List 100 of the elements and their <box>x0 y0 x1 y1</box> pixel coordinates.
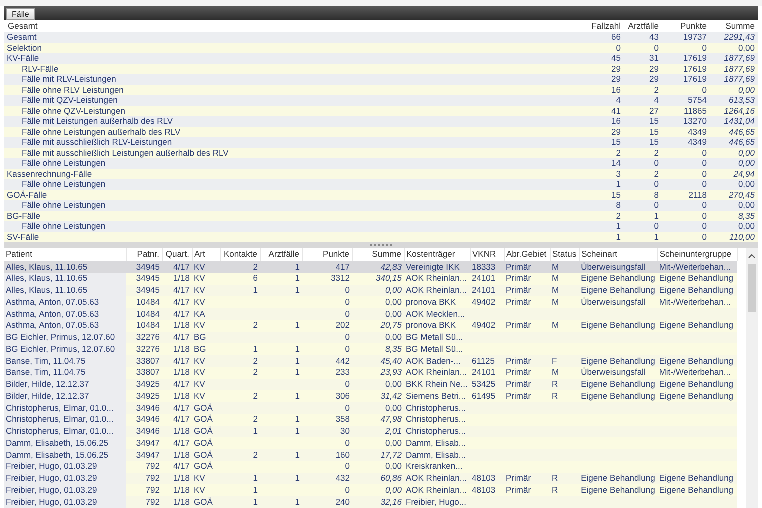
table-row[interactable]: Banse, Tim, 11.04.75 33807 4/17 KV 2 1 442 45,40 AOK Baden-... 61125 Primär F Eigene Behandlung Eigene Behandlung <box>4 355 738 367</box>
table-cell: 1/18 <box>173 426 190 436</box>
table-row[interactable]: BG Eichler, Primus, 12.07.60 32276 1/18 BG 1 1 0 8,35 BG Metall Sü... <box>4 343 738 355</box>
table-cell-text: 15 <box>610 137 622 148</box>
table-row[interactable]: Damm, Elisabeth, 15.06.25 34947 1/18 GOÄ 2 1 160 17,72 Damm, Elisab... <box>4 449 738 461</box>
table-row[interactable]: Freibier, Hugo, 01.03.29 792 1/18 KV 1 1 432 60,86 AOK Rheinlan... 48103 Primär R Eigene Behandlung Eigene Behandlung <box>4 472 738 484</box>
table-cell: GOÄ <box>194 402 213 413</box>
table-row[interactable]: Christopherus, Elmar, 01.0... 34946 4/17 GOÄ 2 1 358 47,98 Christopherus... <box>4 414 738 426</box>
table-cell-text: 0,00 <box>737 200 756 210</box>
table-cell: 4/17 <box>173 296 190 307</box>
table-cell: 61125 <box>472 356 496 366</box>
table-cell: Asthma, Anton, 07.05.63 <box>6 320 100 330</box>
table-cell: Eigene Behandlung <box>659 390 734 401</box>
table-cell: 17,72 <box>380 450 402 460</box>
scrollbar[interactable] <box>746 248 758 508</box>
table-row[interactable]: Bilder, Hilde, 12.12.37 34925 1/18 KV 2 1 306 31,42 Siemens Betri... 61495 Primär R Eigene Behandlung Eigene Behandlung <box>4 390 738 402</box>
table-row[interactable]: Asthma, Anton, 07.05.63 10484 4/17 KV 0 0,00 pronova BKK 49402 Primär M Überweisungsfall Mit-/Weiterbehan... <box>4 296 738 308</box>
table-cell: 0 <box>345 296 350 307</box>
table-row[interactable]: Alles, Klaus, 11.10.65 34945 1/18 KV 6 1 3312 340,15 AOK Rheinlan... 24101 Primär M Eigene Behandlung Eigene Behandlung <box>4 272 738 284</box>
table-cell: 32,16 <box>380 496 402 507</box>
table-cell-text: 0,00 <box>737 42 756 53</box>
table-row[interactable]: Asthma, Anton, 07.05.63 10484 4/17 KA 0 0,00 AOK Mecklen... <box>4 308 738 320</box>
row-label[interactable]: Fälle mit ausschließlich RLV-Leistungen <box>4 137 586 148</box>
table-row[interactable]: Damm, Elisabeth, 15.06.25 34947 4/17 GOÄ 0 0,00 Damm, Elisab... <box>4 437 738 449</box>
table-row[interactable]: Christopherus, Elmar, 01.0... 34946 1/18 GOÄ 1 1 30 2,01 Christopherus... <box>4 426 738 438</box>
table-cell: Eigene Behandlung <box>581 285 656 296</box>
table-cell: BG Eichler, Primus, 12.07.60 <box>6 344 116 354</box>
table-cell-text: 4 <box>653 95 660 106</box>
table-cell-text: 1 <box>653 210 660 221</box>
table-cell: KV <box>194 262 206 272</box>
table-row[interactable]: Alles, Klaus, 11.10.65 34945 4/17 KV 1 1 0 0,00 AOK Rheinlan... 24101 Primär M Eigene Behandlung Eigene Behandlung <box>4 284 738 296</box>
table-cell-text: 15 <box>610 190 622 200</box>
scrollbar-thumb[interactable] <box>748 264 756 312</box>
row-label[interactable]: GOÄ-Fälle <box>4 190 586 200</box>
table-cell: Eigene Behandlung <box>581 484 656 495</box>
row-label[interactable]: KV-Fälle <box>4 53 586 64</box>
table-cell: 0 <box>345 344 350 354</box>
table-cell: 2 <box>253 356 258 366</box>
table-cell-text: 41 <box>610 106 622 116</box>
table-cell-text: 27 <box>648 106 660 116</box>
row-label[interactable]: Fälle mit ausschließlich Leistungen außerhalb des RLV <box>4 148 586 158</box>
row-label[interactable]: Selektion <box>4 42 586 53</box>
column-header: Fallzahl <box>590 20 622 32</box>
table-cell: 1 <box>295 390 300 401</box>
table-cell: 24101 <box>472 285 496 296</box>
table-row[interactable]: Freibier, Hugo, 01.03.29 792 4/17 GOÄ 0 0,00 Kreiskranken... <box>4 460 738 472</box>
row-label[interactable]: Fälle ohne RLV Leistungen <box>4 84 586 95</box>
table-cell: 0,00 <box>385 308 402 319</box>
table-cell: 34947 <box>136 438 160 448</box>
table-cell: Christopherus... <box>406 402 466 413</box>
row-label[interactable]: RLV-Fälle <box>4 64 586 74</box>
table-cell: GOÄ <box>194 426 213 436</box>
scroll-up-icon[interactable] <box>748 252 756 260</box>
table-cell-text: 0,00 <box>737 148 756 158</box>
table-cell: 0,00 <box>385 402 402 413</box>
table-cell: 1/18 <box>173 344 190 354</box>
row-label[interactable]: Fälle ohne Leistungen <box>4 200 586 210</box>
row-label[interactable]: SV-Fälle <box>4 232 586 242</box>
table-cell: 1 <box>295 367 300 378</box>
table-row[interactable]: BG Eichler, Primus, 12.07.60 32276 4/17 BG 0 0,00 BG Metall Sü... <box>4 332 738 344</box>
row-label[interactable]: BG-Fälle <box>4 210 586 221</box>
table-row[interactable]: Banse, Tim, 11.04.75 33807 1/18 KV 2 1 233 23,93 AOK Rheinlan... 24101 Primär M Überweisungsfall Mit-/Weiterbehan... <box>4 366 738 378</box>
row-label[interactable]: Fälle ohne Leistungen <box>4 221 586 232</box>
table-cell: 1/18 <box>173 473 190 484</box>
table-cell: AOK Rheinlan... <box>406 367 467 378</box>
table-row[interactable]: Christopherus, Elmar, 01.0... 34946 4/17 GOÄ 0 0,00 Christopherus... <box>4 402 738 414</box>
table-cell: 1 <box>253 473 258 484</box>
table-row[interactable]: Bilder, Hilde, 12.12.37 34925 4/17 KV 0 0,00 BKK Rhein Ne... 53425 Primär R Eigene Behandlung Eigene Behandlung <box>4 378 738 390</box>
table-cell: 0,00 <box>385 484 402 495</box>
row-label[interactable]: Fälle ohne Leistungen <box>4 179 586 190</box>
table-cell: 1 <box>295 262 300 272</box>
table-cell: Vereinigte IKK <box>406 262 460 272</box>
tab[interactable]: Fälle <box>6 8 36 20</box>
row-label[interactable]: Fälle mit QZV-Leistungen <box>4 95 586 106</box>
table-cell: BG Metall Sü... <box>406 344 464 354</box>
row-label[interactable]: Fälle mit Leistungen außerhalb des RLV <box>4 116 586 126</box>
table-cell: 2 <box>253 367 258 378</box>
table-row[interactable]: Asthma, Anton, 07.05.63 10484 1/18 KV 2 1 202 20,75 pronova BKK 49402 Primär M Eigene Behandlung Eigene Behandlung <box>4 320 738 332</box>
table-cell: Primär <box>506 273 532 284</box>
table-cell: M <box>552 262 560 272</box>
row-label[interactable]: Kassenrechnung-Fälle <box>4 168 586 179</box>
table-cell-text: 0 <box>653 221 660 232</box>
table-row[interactable]: Freibier, Hugo, 01.03.29 792 1/18 GOÄ 1 1 240 32,16 Freibier, Hugo... <box>4 496 738 508</box>
table-row[interactable]: Freibier, Hugo, 01.03.29 792 1/18 KV 1 0 0,00 AOK Rheinlan... 48103 Primär R Eigene Behandlung Eigene Behandlung <box>4 484 738 496</box>
table-cell: 10484 <box>136 308 160 319</box>
row-label[interactable]: Fälle mit RLV-Leistungen <box>4 74 586 84</box>
row-label[interactable]: Fälle ohne Leistungen außerhalb des RLV <box>4 126 586 137</box>
table-cell: Christopherus... <box>406 426 466 436</box>
table-row[interactable]: Alles, Klaus, 11.10.65 34945 4/17 KV 2 1 417 42,83 Vereinigte IKK 18333 Primär M Überweisungsfall Mit-/Weiterbehan... <box>4 261 738 273</box>
table-cell: KV <box>194 273 206 284</box>
table-cell: 10484 <box>136 320 160 330</box>
table-cell: 1 <box>253 426 258 436</box>
table-cell-text: 0 <box>653 200 660 210</box>
row-label[interactable]: Fälle ohne QZV-Leistungen <box>4 106 586 116</box>
table-cell: Freibier, Hugo, 01.03.29 <box>6 484 98 495</box>
table-cell: GOÄ <box>194 461 213 472</box>
row-label[interactable]: Fälle ohne Leistungen <box>4 158 586 168</box>
table-cell: 32276 <box>136 332 160 342</box>
row-label[interactable]: Gesamt <box>4 32 586 42</box>
table-cell: 792 <box>146 461 160 472</box>
